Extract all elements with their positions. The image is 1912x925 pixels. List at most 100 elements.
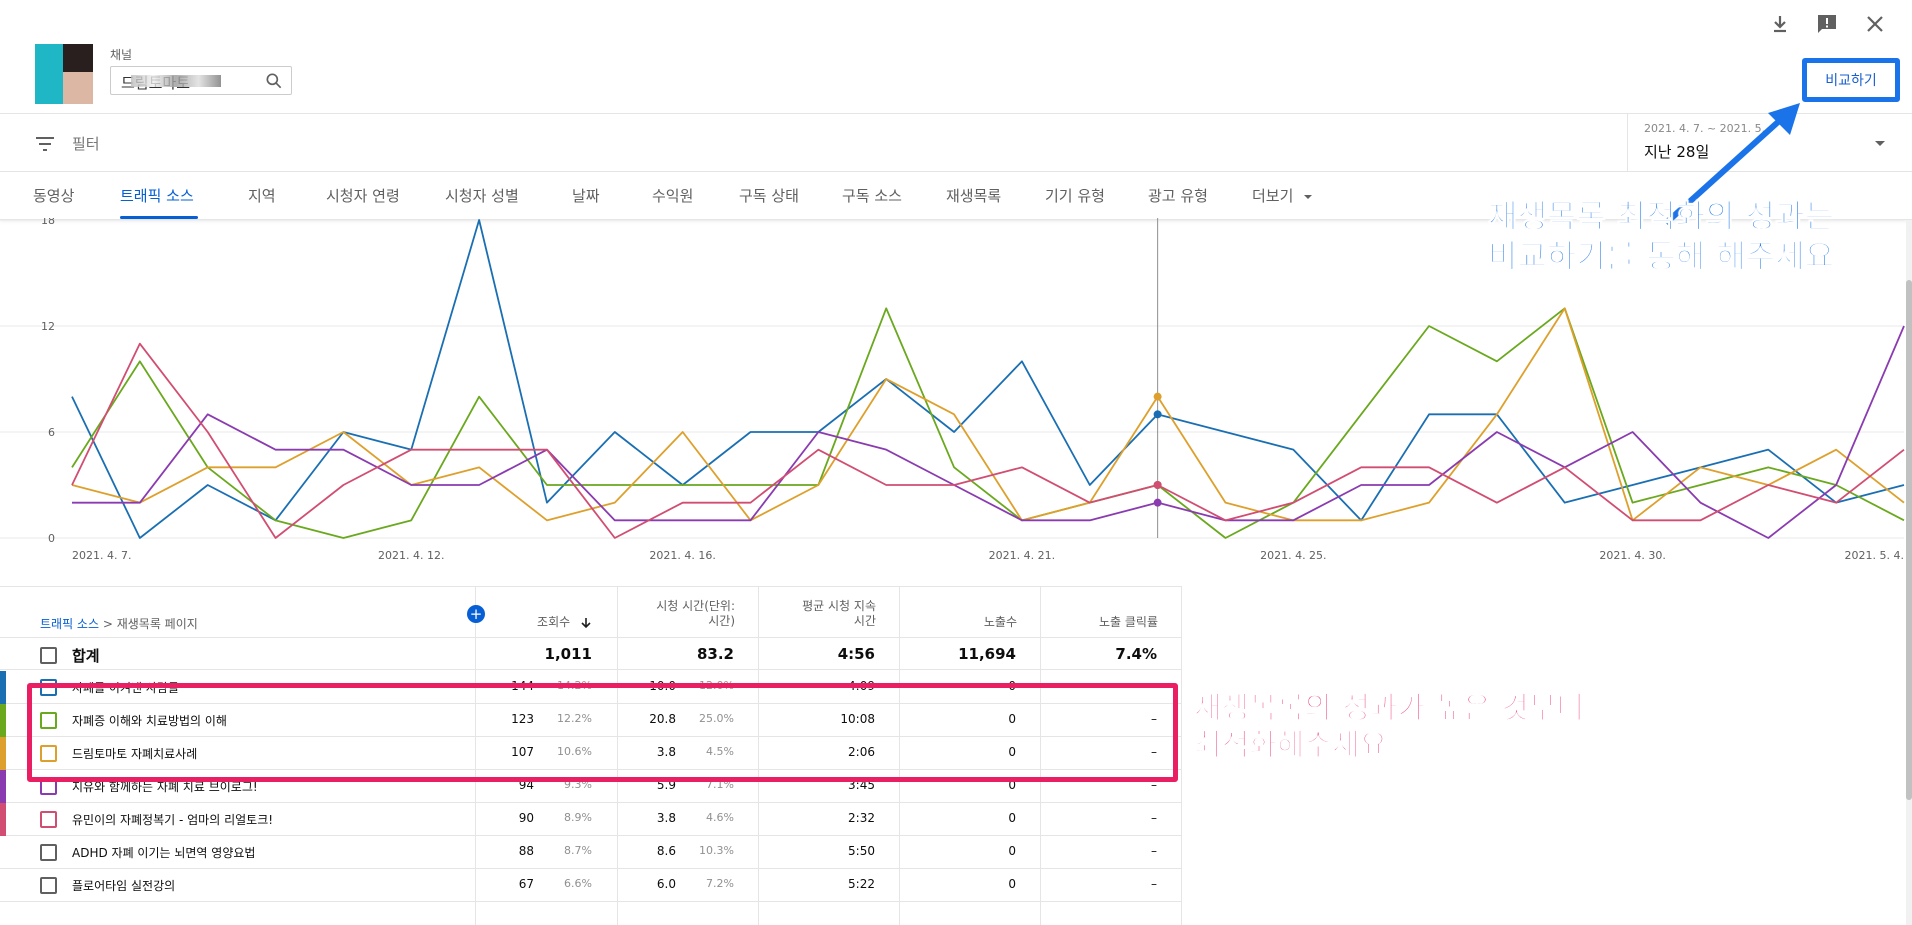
header-watch-time[interactable]: 시청 시간(단위: 시간): [625, 599, 735, 629]
x-tick-label: 2021. 5. 4.: [1845, 549, 1904, 562]
header-avg-duration[interactable]: 평균 시청 지속 시간: [766, 599, 876, 629]
impressions-value: 0: [1008, 811, 1016, 825]
avg-duration-value: 5:22: [848, 877, 875, 891]
views-value: 67: [518, 877, 534, 891]
x-tick-label: 2021. 4. 30.: [1599, 549, 1665, 562]
series-color-stripe: [0, 770, 6, 803]
total-ctr: 7.4%: [1115, 645, 1157, 663]
ctr-value: –: [1151, 877, 1157, 891]
tab-viewer-age[interactable]: 시청자 연령: [326, 185, 400, 206]
hover-point: [1153, 481, 1162, 489]
series-color-stripe: [0, 671, 6, 704]
breadcrumb: 트래픽 소스 > 재생목록 페이지: [40, 615, 198, 632]
table-row[interactable]: ADHD 자폐 이기는 뇌면역 영양요법 88 8.7% 8.6 10.3% 5:50 0 –: [0, 836, 1182, 869]
breadcrumb-leaf: 재생목록 페이지: [116, 617, 198, 631]
header-avg-duration-line1: 평균 시청 지속: [802, 599, 876, 613]
total-watch: 83.2: [696, 645, 734, 663]
compare-annotation-line2: 비교하기를 통해 해주세요: [1487, 237, 1835, 276]
channel-selector[interactable]: 드림토마토: [110, 66, 292, 95]
tab-device-type[interactable]: 기기 유형: [1045, 185, 1105, 206]
series-color-stripe: [0, 803, 6, 836]
header-views[interactable]: 조회수: [490, 615, 592, 630]
hover-point: [1153, 392, 1162, 401]
sort-down-icon: [581, 617, 591, 628]
watch-value: 6.0: [656, 877, 676, 891]
watch-percent: 7.2%: [706, 877, 734, 890]
tab-revenue-source[interactable]: 수익원: [652, 185, 693, 206]
compare-annotation: 재생목록 최적화의 성과는 비교하기를 통해 해주세요: [1487, 196, 1835, 276]
header-avg-duration-line2: 시간: [853, 614, 876, 628]
table-row[interactable]: 플로어타임 실전강의 67 6.6% 6.0 7.2% 5:22 0 –: [0, 869, 1182, 902]
series-line: [71, 307, 1905, 522]
series-color-stripe: [0, 737, 6, 770]
y-tick-label: 18: [41, 218, 55, 227]
tab-subscription-status[interactable]: 구독 상태: [739, 185, 799, 206]
tab-more[interactable]: 더보기: [1252, 185, 1314, 206]
filter-icon[interactable]: [33, 132, 57, 156]
avg-duration-value: 5:50: [848, 844, 875, 858]
row-checkbox[interactable]: [40, 877, 57, 894]
views-percent: 8.7%: [564, 844, 592, 857]
impressions-value: 0: [1008, 844, 1016, 858]
tab-more-label: 더보기: [1252, 187, 1294, 205]
total-label: 합계: [72, 647, 100, 665]
views-percent: 8.9%: [564, 811, 592, 824]
x-tick-label: 2021. 4. 12.: [378, 549, 444, 562]
search-icon[interactable]: [264, 71, 284, 91]
y-tick-label: 6: [48, 426, 55, 439]
tab-geography[interactable]: 지역: [248, 185, 276, 206]
close-icon[interactable]: [1863, 12, 1887, 36]
hover-point: [1153, 498, 1162, 507]
views-percent: 6.6%: [564, 877, 592, 890]
channel-name-blur: [131, 75, 221, 87]
tab-viewer-gender[interactable]: 시청자 성별: [445, 185, 519, 206]
page-header: 채널 드림토마토 비교하기: [0, 0, 1912, 114]
tab-ad-type[interactable]: 광고 유형: [1148, 185, 1208, 206]
scrollbar[interactable]: [1906, 220, 1912, 925]
table-annotation-line2: 최적화해주세요: [1193, 728, 1388, 764]
filter-input[interactable]: 필터: [72, 133, 100, 154]
watch-value: 3.8: [656, 811, 676, 825]
hover-point: [1153, 410, 1162, 419]
header-impressions[interactable]: 노출수: [907, 615, 1017, 630]
playlist-name[interactable]: ADHD 자폐 이기는 뇌면역 영양요법: [72, 844, 255, 861]
filter-bar: 필터 2021. 4. 7. ~ 2021. 5. 지난 28일: [0, 114, 1912, 172]
playlist-name[interactable]: 유민이의 자폐정복기 - 엄마의 리얼토크!: [72, 811, 273, 828]
tab-videos[interactable]: 동영상: [33, 185, 74, 206]
tab-date[interactable]: 날짜: [572, 185, 600, 206]
add-metric-button[interactable]: +: [467, 605, 485, 623]
playlist-name[interactable]: 플로어타임 실전강의: [72, 877, 175, 894]
channel-avatar: [35, 44, 93, 104]
channel-label: 채널: [110, 48, 133, 62]
avg-duration-value: 2:32: [848, 811, 875, 825]
header-watch-time-line2: 시간): [708, 614, 735, 628]
x-tick-label: 2021. 4. 7.: [72, 549, 131, 562]
total-checkbox[interactable]: [40, 647, 57, 664]
x-tick-label: 2021. 4. 25.: [1260, 549, 1326, 562]
watch-percent: 4.6%: [706, 811, 734, 824]
download-icon[interactable]: [1768, 12, 1792, 36]
watch-percent: 10.3%: [699, 844, 734, 857]
feedback-icon[interactable]: [1815, 12, 1839, 36]
y-tick-label: 0: [48, 532, 55, 545]
header-ctr[interactable]: 노출 클릭률: [1048, 615, 1158, 630]
breadcrumb-root[interactable]: 트래픽 소스: [40, 617, 99, 631]
compare-button[interactable]: 비교하기: [1802, 58, 1900, 102]
series-color-stripe: [0, 704, 6, 737]
tab-playlist[interactable]: 재생목록: [946, 185, 1001, 206]
breadcrumb-separator: >: [99, 617, 117, 631]
caret-down-icon: [1875, 141, 1885, 146]
row-checkbox[interactable]: [40, 811, 57, 828]
highlight-box: [27, 683, 1178, 782]
tab-subscription-source[interactable]: 구독 소스: [842, 185, 902, 206]
ctr-value: –: [1151, 844, 1157, 858]
y-tick-label: 12: [41, 320, 55, 333]
header-views-label: 조회수: [537, 615, 571, 629]
total-impressions: 11,694: [958, 645, 1016, 663]
row-checkbox[interactable]: [40, 844, 57, 861]
ctr-value: –: [1151, 811, 1157, 825]
tab-traffic-source[interactable]: 트래픽 소스: [120, 185, 194, 206]
views-value: 90: [518, 811, 534, 825]
table-row[interactable]: 유민이의 자폐정복기 - 엄마의 리얼토크! 90 8.9% 3.8 4.6% 2:32 0…: [0, 803, 1182, 836]
total-avg: 4:56: [837, 645, 875, 663]
